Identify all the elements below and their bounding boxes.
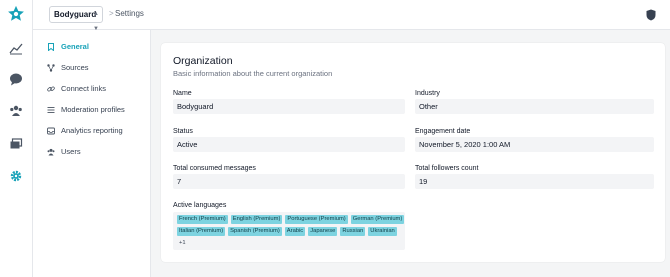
total-followers-count-field[interactable]: 19 <box>415 174 654 189</box>
bookmark-icon <box>48 43 54 51</box>
total-followers-count-label: Total followers count <box>415 165 479 172</box>
active-languages-field[interactable]: French (Premium) English (Premium) Portu… <box>173 212 405 250</box>
users-group-icon[interactable] <box>9 104 23 118</box>
status-field[interactable]: Active <box>173 137 405 152</box>
breadcrumb-separator: > <box>109 9 114 18</box>
analytics-icon[interactable] <box>9 41 23 55</box>
language-chip: English (Premium) <box>230 215 283 224</box>
language-chip: German (Premium) <box>350 215 405 224</box>
language-chip: Arabic <box>284 227 306 236</box>
organization-card: Organization Basic information about the… <box>161 43 665 262</box>
active-languages-label: Active languages <box>173 202 227 209</box>
language-chip: French (Premium) <box>177 215 228 224</box>
breadcrumb: Settings <box>115 9 144 18</box>
share-nodes-icon <box>47 64 55 72</box>
name-label: Name <box>173 90 192 97</box>
sidenav-item-moderation-profiles[interactable]: Moderation profiles <box>47 103 147 117</box>
sidenav-item-label: Analytics reporting <box>61 126 123 135</box>
industry-field[interactable]: Other <box>415 99 654 114</box>
name-field[interactable]: Bodyguard <box>173 99 405 114</box>
chat-bubble-icon[interactable] <box>9 72 23 86</box>
sidenav-item-label: Connect links <box>61 84 107 93</box>
icon-rail <box>0 0 33 277</box>
sidenav-item-general[interactable]: General <box>47 40 147 54</box>
gear-icon[interactable] <box>9 169 23 183</box>
sidenav-item-label: Users <box>61 147 81 156</box>
more-languages-count[interactable]: +1 <box>177 239 186 248</box>
star-logo-icon[interactable] <box>7 5 25 23</box>
language-chip: Spanish (Premium) <box>228 227 282 236</box>
users-icon <box>47 148 55 156</box>
language-chip-list: French (Premium) English (Premium) Portu… <box>177 215 405 248</box>
engagement-date-label: Engagement date <box>415 128 471 135</box>
status-label: Status <box>173 128 193 135</box>
sidenav-item-connect-links[interactable]: Connect links <box>47 82 147 96</box>
inbox-icon <box>47 127 55 135</box>
sidenav-item-analytics-reporting[interactable]: Analytics reporting <box>47 124 147 138</box>
link-icon <box>47 86 55 92</box>
language-chip: Japanese <box>308 227 338 236</box>
card-title: Organization <box>173 55 233 67</box>
language-chip: Italian (Premium) <box>177 227 226 236</box>
total-consumed-messages-label: Total consumed messages <box>173 165 256 172</box>
sliders-icon <box>47 107 55 113</box>
gallery-icon[interactable] <box>9 137 23 151</box>
organization-selector-label: Bodyguard <box>54 10 97 19</box>
language-chip: Ukrainian <box>368 227 397 236</box>
card-subtitle: Basic information about the current orga… <box>173 69 333 78</box>
shield-icon[interactable] <box>646 9 656 21</box>
engagement-date-field[interactable]: November 5, 2020 1:00 AM <box>415 137 654 152</box>
sidenav-item-label: Sources <box>61 63 89 72</box>
sidenav-item-sources[interactable]: Sources <box>47 61 147 75</box>
sidenav-item-label: General <box>61 42 89 51</box>
language-chip: Portuguese (Premium) <box>285 215 348 224</box>
language-chip: Russian <box>340 227 366 236</box>
sidenav-item-users[interactable]: Users <box>47 145 147 159</box>
total-consumed-messages-field[interactable]: 7 <box>173 174 405 189</box>
top-bar: Bodyguard ▲ ▼ > Settings <box>33 0 670 32</box>
organization-selector[interactable]: Bodyguard ▲ ▼ <box>49 6 103 32</box>
settings-sidenav: General Sources Connect links Moderation… <box>33 30 151 277</box>
sidenav-item-label: Moderation profiles <box>61 105 125 114</box>
industry-label: Industry <box>415 90 440 97</box>
